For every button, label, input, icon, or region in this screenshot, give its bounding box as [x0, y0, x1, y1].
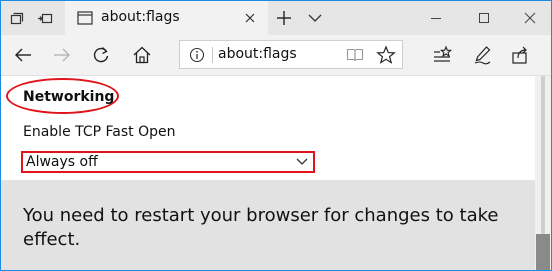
refresh-icon [90, 44, 112, 66]
address-bar[interactable]: about:flags [179, 40, 403, 69]
restart-message: You need to restart your browser for cha… [23, 205, 499, 250]
maximize-button[interactable] [475, 9, 493, 27]
plus-icon [275, 9, 293, 27]
tab-bar: about:flags [1, 1, 551, 35]
forward-arrow-icon [51, 44, 73, 66]
url-text[interactable]: about:flags [218, 46, 297, 62]
reading-view-icon[interactable] [346, 47, 364, 63]
minimize-icon [427, 9, 445, 27]
refresh-button[interactable] [90, 44, 112, 66]
set-aside-tabs-button[interactable] [31, 1, 59, 35]
page-icon [77, 11, 93, 25]
new-tab-button[interactable] [275, 9, 293, 27]
window-close-button[interactable] [521, 9, 539, 27]
forward-button[interactable] [51, 44, 73, 66]
select-value: Always off [26, 154, 98, 170]
back-button[interactable] [12, 44, 34, 66]
section-heading: Networking [23, 89, 115, 105]
back-arrow-icon [12, 44, 34, 66]
chevron-down-icon [296, 157, 308, 167]
pen-icon [471, 44, 493, 66]
close-icon [521, 9, 539, 27]
restart-banner: You need to restart your browser for cha… [1, 180, 535, 270]
tab-preview-button[interactable] [307, 11, 323, 25]
tab-about-flags[interactable]: about:flags [65, 1, 268, 35]
tab-manager-button[interactable] [3, 1, 31, 35]
navigation-toolbar: about:flags [1, 35, 551, 76]
chevron-down-icon [307, 11, 323, 25]
star-icon[interactable] [376, 45, 396, 65]
vertical-scrollbar[interactable] [535, 76, 551, 270]
address-separator [212, 47, 213, 63]
web-note-button[interactable] [471, 44, 493, 66]
scrollbar-thumb[interactable] [536, 234, 550, 270]
favorites-hub-button[interactable] [431, 44, 453, 66]
home-icon [131, 44, 153, 66]
minimize-button[interactable] [427, 9, 445, 27]
share-icon [509, 44, 531, 66]
home-button[interactable] [131, 44, 153, 66]
share-button[interactable] [509, 44, 531, 66]
set-aside-tabs-icon [37, 10, 53, 26]
tab-manager-icon [9, 10, 25, 26]
setting-label: Enable TCP Fast Open [23, 124, 176, 140]
browser-window: about:flags about:flags Networking Enabl… [0, 0, 552, 271]
favorites-icon [431, 44, 453, 66]
tab-title: about:flags [101, 9, 180, 25]
close-icon [242, 10, 258, 26]
close-tab-button[interactable] [242, 10, 258, 26]
page-content: Networking Enable TCP Fast Open Always o… [1, 76, 551, 270]
info-icon[interactable] [189, 47, 205, 63]
maximize-icon [475, 9, 493, 27]
tcp-fast-open-select[interactable]: Always off [21, 151, 315, 173]
